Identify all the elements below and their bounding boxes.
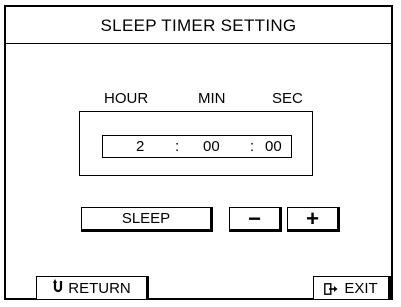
- time-field[interactable]: 2 : 00 : 00: [102, 135, 292, 158]
- min-label: MIN: [198, 90, 226, 107]
- separator-1: :: [175, 138, 180, 155]
- u-turn-arrow-icon: [52, 279, 64, 297]
- return-button[interactable]: RETURN: [36, 276, 149, 300]
- hour-value[interactable]: 2: [136, 138, 144, 155]
- dialog-title: SLEEP TIMER SETTING: [100, 16, 297, 35]
- sleep-button-label: SLEEP: [121, 210, 171, 227]
- title-bar: SLEEP TIMER SETTING: [6, 7, 391, 44]
- exit-button[interactable]: EXIT: [313, 276, 391, 300]
- sec-label: SEC: [272, 90, 303, 107]
- return-button-label: RETURN: [68, 279, 131, 297]
- plus-icon: +: [306, 205, 319, 231]
- time-panel: 2 : 00 : 00: [79, 111, 313, 176]
- plus-button[interactable]: +: [287, 207, 340, 232]
- minus-button[interactable]: −: [229, 207, 282, 232]
- sec-value[interactable]: 00: [265, 138, 282, 155]
- minus-icon: −: [248, 205, 261, 231]
- sleep-button[interactable]: SLEEP: [81, 207, 213, 232]
- exit-button-label: EXIT: [344, 279, 378, 297]
- min-value[interactable]: 00: [203, 138, 220, 155]
- hour-label: HOUR: [104, 90, 149, 107]
- separator-2: :: [250, 138, 255, 155]
- exit-arrow-icon: [324, 282, 338, 295]
